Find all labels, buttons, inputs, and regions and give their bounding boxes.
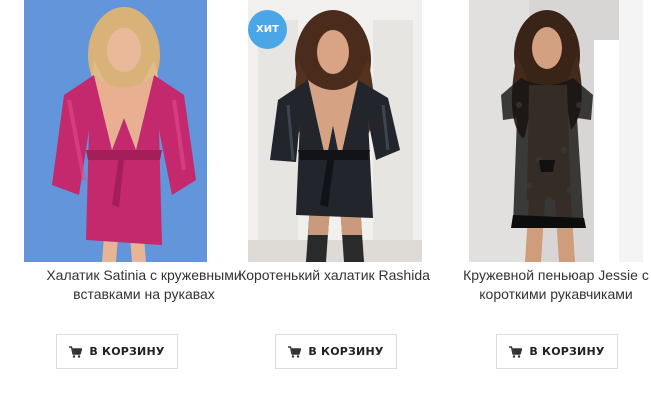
product-photo-image (469, 0, 643, 262)
product-grid: Халатик Satinia с кружевными вставками н… (0, 0, 651, 411)
add-to-cart-label: В КОРЗИНУ (529, 345, 605, 358)
product-title[interactable]: Кружевной пеньюар Jessie с короткими рук… (456, 266, 651, 304)
add-to-cart-button[interactable]: В КОРЗИНУ (56, 334, 178, 369)
product-title[interactable]: Коротенький халатик Rashida (234, 266, 434, 285)
product-photo[interactable] (469, 0, 643, 262)
add-to-cart-label: В КОРЗИНУ (308, 345, 384, 358)
cart-icon (509, 345, 523, 358)
product-photo[interactable] (24, 0, 207, 262)
hit-badge: ХИТ (248, 10, 287, 49)
cart-icon (69, 345, 83, 358)
product-photo-image (24, 0, 207, 262)
add-to-cart-button[interactable]: В КОРЗИНУ (496, 334, 618, 369)
cart-icon (288, 345, 302, 358)
add-to-cart-label: В КОРЗИНУ (89, 345, 165, 358)
add-to-cart-button[interactable]: В КОРЗИНУ (275, 334, 397, 369)
product-title[interactable]: Халатик Satinia с кружевными вставками н… (44, 266, 244, 304)
